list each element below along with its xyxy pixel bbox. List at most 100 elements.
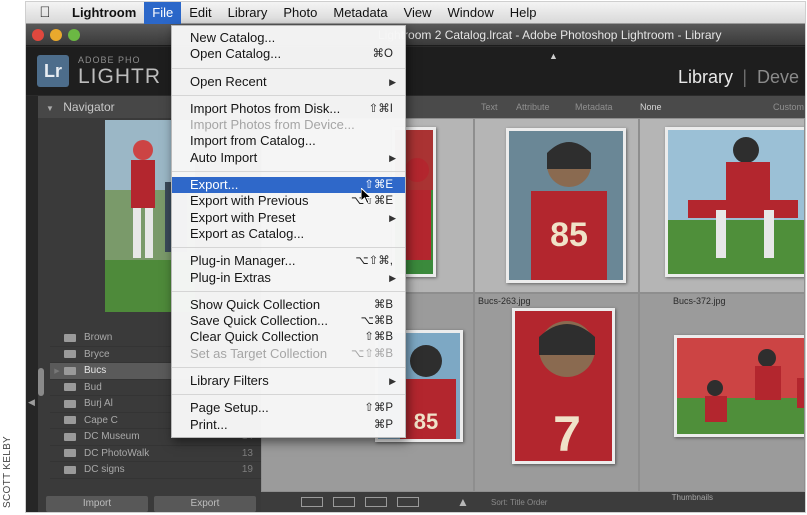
- minimize-window-button[interactable]: [50, 29, 62, 41]
- collapse-left-panel-icon[interactable]: ◀: [28, 397, 35, 408]
- folder-icon: [64, 383, 76, 392]
- menu-edit[interactable]: Edit: [181, 2, 219, 24]
- folder-icon: [64, 465, 76, 474]
- menu-item-import-photos-from-device: Import Photos from Device...: [172, 117, 405, 133]
- left-panel-scrollbar[interactable]: [38, 368, 44, 396]
- sort-label[interactable]: Sort: Title Order: [491, 498, 547, 507]
- collection-count: 19: [241, 464, 253, 476]
- menu-item-label: Export...: [190, 177, 239, 193]
- menu-item-label: Open Catalog...: [190, 46, 282, 62]
- survey-view-icon[interactable]: [397, 497, 419, 507]
- menu-item-open-recent[interactable]: Open Recent ▶: [172, 74, 405, 90]
- grid-cell[interactable]: Bucs-263.jpg 7: [474, 293, 639, 492]
- grid-cell[interactable]: [639, 118, 805, 293]
- menu-item-label: Print...: [190, 416, 228, 432]
- grid-cell[interactable]: Bucs-372.jpg: [639, 293, 805, 492]
- grid-cell[interactable]: 85: [474, 118, 639, 293]
- menu-help[interactable]: Help: [502, 2, 545, 24]
- collection-count: 13: [241, 447, 253, 459]
- menu-item-label: New Catalog...: [190, 30, 276, 45]
- import-export-buttons: Import Export: [46, 496, 256, 512]
- menu-item-plug-in-manager[interactable]: Plug-in Manager... ⌥⇧⌘,: [172, 253, 405, 269]
- menu-item-shortcut: ⌥⇧⌘B: [350, 347, 393, 360]
- folder-icon: [64, 399, 76, 408]
- export-button[interactable]: Export: [154, 496, 256, 512]
- menu-item-auto-import[interactable]: Auto Import ▶: [172, 150, 405, 166]
- menu-item-library-filters[interactable]: Library Filters ▶: [172, 373, 405, 389]
- menu-item-open-catalog[interactable]: Open Catalog... ⌘O: [172, 46, 405, 62]
- import-button[interactable]: Import: [46, 496, 148, 512]
- menu-separator: [172, 290, 405, 292]
- menu-item-print[interactable]: Print... ⌘P: [172, 417, 405, 433]
- menu-item-label: Plug-in Extras: [190, 269, 271, 285]
- menu-item-export-as-catalog[interactable]: Export as Catalog...: [172, 226, 405, 242]
- menu-separator: [172, 171, 405, 173]
- menu-item-label: Import Photos from Device...: [190, 117, 355, 133]
- menu-bar:  Lightroom File Edit Library Photo Meta…: [26, 2, 805, 24]
- file-name: Bucs-372.jpg: [673, 296, 726, 306]
- menu-metadata[interactable]: Metadata: [325, 2, 395, 24]
- window-title-bar: Lightroom 2 Catalog.lrcat - Adobe Photos…: [26, 24, 805, 46]
- menu-item-import-from-catalog[interactable]: Import from Catalog...: [172, 133, 405, 149]
- expand-triangle-icon[interactable]: ▶: [50, 367, 64, 375]
- submenu-arrow-icon: ▶: [389, 376, 396, 387]
- disclosure-triangle-icon[interactable]: ▼: [46, 104, 54, 113]
- menu-item-shortcut: ⇧⌘I: [368, 102, 393, 115]
- grid-view-icon[interactable]: [301, 497, 323, 507]
- filter-text[interactable]: Text: [481, 96, 498, 118]
- menu-photo[interactable]: Photo: [275, 2, 325, 24]
- menu-item-show-quick-collection[interactable]: Show Quick Collection ⌘B: [172, 297, 405, 313]
- collapse-top-panel-icon[interactable]: ▲: [549, 51, 558, 61]
- menu-file[interactable]: File: [144, 2, 182, 24]
- menu-item-label: Set as Target Collection: [190, 345, 328, 361]
- window-title: Lightroom 2 Catalog.lrcat - Adobe Photos…: [378, 28, 722, 42]
- thumbnails-label: Thumbnails: [671, 493, 713, 502]
- folder-icon: [64, 416, 76, 425]
- collection-item[interactable]: DC PhotoWalk 13: [50, 446, 261, 462]
- folder-icon: [64, 432, 76, 441]
- menu-item-set-as-target-collection: Set as Target Collection ⌥⇧⌘B: [172, 346, 405, 362]
- menu-item-label: Auto Import: [190, 149, 258, 165]
- menu-item-page-setup[interactable]: Page Setup... ⇧⌘P: [172, 400, 405, 416]
- left-panel-collapse-strip[interactable]: ◀: [26, 96, 38, 512]
- filter-metadata[interactable]: Metadata: [575, 96, 613, 118]
- loupe-view-icon[interactable]: [333, 497, 355, 507]
- svg-text:85: 85: [414, 409, 438, 434]
- compare-view-icon[interactable]: [365, 497, 387, 507]
- navigator-title: Navigator: [63, 100, 115, 114]
- menu-app-name[interactable]: Lightroom: [64, 2, 144, 24]
- identity-plate: Lr ADOBE PHO LIGHTR ▲ Library | Deve: [26, 47, 805, 95]
- thumbnail[interactable]: [665, 127, 804, 277]
- module-develop[interactable]: Deve: [757, 67, 799, 88]
- zoom-window-button[interactable]: [68, 29, 80, 41]
- menu-item-import-photos-from-disk[interactable]: Import Photos from Disk... ⇧⌘I: [172, 101, 405, 117]
- menu-item-save-quick-collection[interactable]: Save Quick Collection... ⌥⌘B: [172, 313, 405, 329]
- apple-menu-icon[interactable]: : [26, 4, 64, 21]
- menu-item-plug-in-extras[interactable]: Plug-in Extras ▶: [172, 270, 405, 286]
- close-window-button[interactable]: [32, 29, 44, 41]
- spray-can-icon[interactable]: ▲: [457, 495, 469, 509]
- menu-separator: [172, 94, 405, 96]
- menu-view[interactable]: View: [396, 2, 440, 24]
- menu-separator: [172, 247, 405, 249]
- menu-item-label: Export as Catalog...: [190, 225, 305, 241]
- menu-item-clear-quick-collection[interactable]: Clear Quick Collection ⇧⌘B: [172, 329, 405, 345]
- filter-attribute[interactable]: Attribute: [516, 96, 550, 118]
- menu-item-shortcut: ⌥⌘B: [360, 315, 393, 328]
- screenshot-frame:  Lightroom File Edit Library Photo Meta…: [26, 2, 805, 512]
- menu-library[interactable]: Library: [220, 2, 276, 24]
- folder-icon: [64, 333, 76, 342]
- menu-window[interactable]: Window: [440, 2, 502, 24]
- menu-item-export-with-preset[interactable]: Export with Preset ▶: [172, 210, 405, 226]
- menu-item-new-catalog[interactable]: New Catalog...: [172, 30, 405, 46]
- menu-item-label: Open Recent: [190, 73, 267, 89]
- thumbnail[interactable]: 7: [512, 308, 615, 464]
- filter-none[interactable]: None: [640, 96, 662, 118]
- thumbnail[interactable]: [674, 335, 804, 437]
- submenu-arrow-icon: ▶: [389, 212, 396, 223]
- collection-item[interactable]: DC signs 19: [50, 462, 261, 479]
- thumbnail[interactable]: 85: [506, 128, 626, 283]
- module-library[interactable]: Library: [678, 67, 733, 88]
- menu-item-label: Export with Preset: [190, 209, 296, 225]
- folder-icon: [64, 366, 76, 375]
